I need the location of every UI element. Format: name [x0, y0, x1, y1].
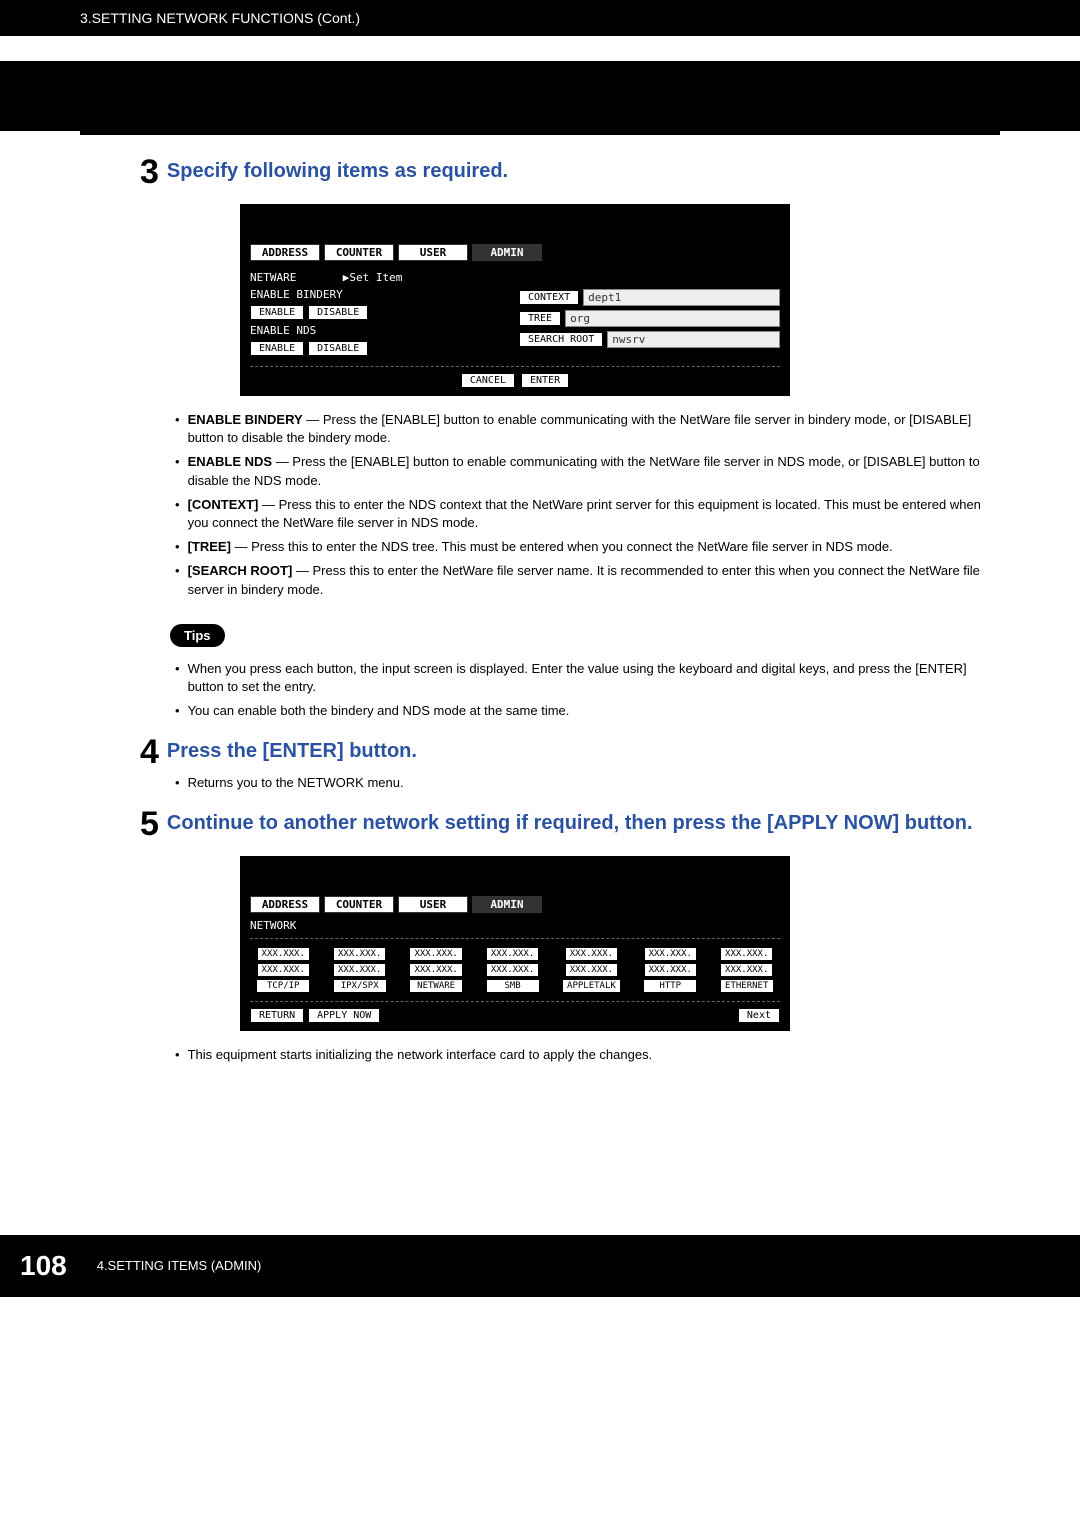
step-3-title: Specify following items as required.	[167, 155, 508, 183]
enter-button[interactable]: ENTER	[521, 373, 569, 388]
next-button[interactable]: Next	[738, 1008, 780, 1023]
tips-list: •When you press each button, the input s…	[175, 660, 1000, 721]
tab2-address[interactable]: ADDRESS	[250, 896, 320, 913]
netware-label: NETWARE	[250, 271, 296, 284]
applynow-button[interactable]: APPLY NOW	[308, 1008, 380, 1023]
step-3-number: 3	[140, 155, 159, 189]
tab2-counter[interactable]: COUNTER	[324, 896, 394, 913]
page-number: 108	[20, 1250, 67, 1282]
step-4-title: Press the [ENTER] button.	[167, 735, 417, 763]
screen-netware: ADDRESS COUNTER USER ADMIN NETWARE ▶Set …	[240, 204, 790, 396]
tab-admin[interactable]: ADMIN	[472, 244, 542, 261]
bindery-label: ENABLE BINDERY	[250, 288, 511, 301]
smb-button[interactable]: SMB	[486, 979, 540, 993]
tcpip-button[interactable]: TCP/IP	[256, 979, 310, 993]
step5-bullets: •This equipment starts initializing the …	[175, 1046, 1000, 1064]
divider-line	[80, 131, 1000, 135]
step3-bullets: •ENABLE BINDERY — Press the [ENABLE] but…	[175, 411, 1000, 599]
nds-label: ENABLE NDS	[250, 324, 511, 337]
network-label: NETWORK	[250, 919, 780, 932]
cancel-button[interactable]: CANCEL	[461, 373, 515, 388]
step-5-number: 5	[140, 807, 159, 841]
nds-enable-button[interactable]: ENABLE	[250, 341, 304, 356]
step-5-title: Continue to another network setting if r…	[167, 807, 973, 835]
searchroot-button[interactable]: SEARCH ROOT	[519, 332, 603, 347]
step-3-header: 3 Specify following items as required.	[140, 155, 1000, 189]
ethernet-button[interactable]: ETHERNET	[720, 979, 774, 993]
nds-disable-button[interactable]: DISABLE	[308, 341, 368, 356]
tree-value: org	[565, 310, 780, 327]
set-item-label: ▶Set Item	[343, 271, 403, 284]
http-button[interactable]: HTTP	[643, 979, 697, 993]
tips-badge: Tips	[170, 624, 225, 647]
step-5-header: 5 Continue to another network setting if…	[140, 807, 1000, 841]
page-footer: 108 4.SETTING ITEMS (ADMIN)	[0, 1235, 1080, 1297]
tab2-user[interactable]: USER	[398, 896, 468, 913]
context-value: dept1	[583, 289, 780, 306]
appletalk-button[interactable]: APPLETALK	[562, 979, 621, 993]
step-4-number: 4	[140, 735, 159, 769]
tab-address[interactable]: ADDRESS	[250, 244, 320, 261]
searchroot-value: nwsrv	[607, 331, 780, 348]
footer-text: 4.SETTING ITEMS (ADMIN)	[97, 1258, 262, 1273]
context-button[interactable]: CONTEXT	[519, 290, 579, 305]
bindery-disable-button[interactable]: DISABLE	[308, 305, 368, 320]
header-black-bar	[0, 61, 1080, 131]
header-breadcrumb: 3.SETTING NETWORK FUNCTIONS (Cont.)	[0, 0, 1080, 36]
tab-counter[interactable]: COUNTER	[324, 244, 394, 261]
netware-button[interactable]: NETWARE	[409, 979, 463, 993]
tree-button[interactable]: TREE	[519, 311, 561, 326]
tab2-admin[interactable]: ADMIN	[472, 896, 542, 913]
step4-bullets: •Returns you to the NETWORK menu.	[175, 774, 1000, 792]
return-button[interactable]: RETURN	[250, 1008, 304, 1023]
step-4-header: 4 Press the [ENTER] button.	[140, 735, 1000, 769]
screen-network: ADDRESS COUNTER USER ADMIN NETWORK XXX.X…	[240, 856, 790, 1031]
ipxspx-button[interactable]: IPX/SPX	[333, 979, 387, 993]
bindery-enable-button[interactable]: ENABLE	[250, 305, 304, 320]
tab-user[interactable]: USER	[398, 244, 468, 261]
